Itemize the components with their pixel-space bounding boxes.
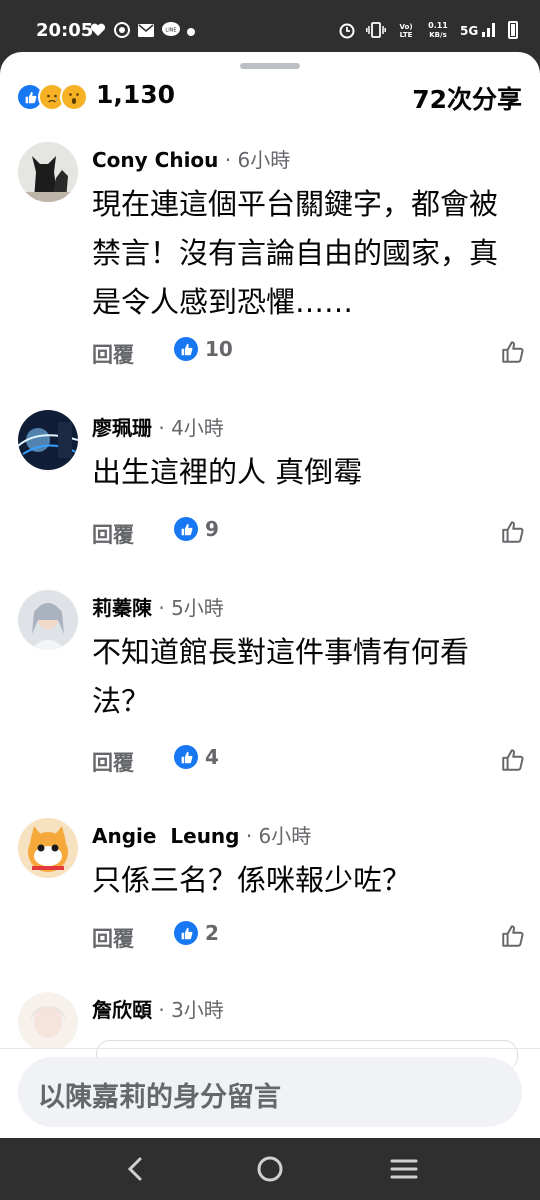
post-summary: 1,130 72次分享 [0, 78, 540, 118]
comment-actions: 回覆 2 [92, 919, 524, 959]
comment-text: 只係三名？係咪報少咗？ [92, 863, 412, 897]
reply-button[interactable]: 回覆 [92, 519, 134, 549]
line-icon: LINE [162, 22, 180, 36]
thumbs-up-icon[interactable] [500, 747, 526, 773]
svg-text:KB/s: KB/s [429, 31, 446, 39]
comment-input-placeholder[interactable]: 以陳嘉莉的身分留言 [38, 1075, 281, 1114]
drag-handle[interactable] [240, 63, 300, 69]
avatar[interactable] [18, 590, 78, 650]
comment-header: Angie Leung · 6小時 [92, 820, 311, 849]
svg-text:5G: 5G [460, 24, 478, 38]
battery-icon [508, 21, 518, 39]
comment-author[interactable]: 廖珮珊 [92, 416, 152, 440]
dot-icon [186, 22, 202, 36]
comment-header: 廖珮珊 · 4小時 [92, 412, 224, 441]
composer-divider [0, 1048, 540, 1049]
comment-item: Angie Leung · 6小時 只係三名？係咪報少咗？ 回覆 2 [0, 818, 540, 968]
notification-icons: LINE [90, 22, 202, 38]
comment-text: 現在連這個平台關鍵字，都會被禁言！沒有言論自由的國家，真是令人感到恐懼…… [92, 187, 499, 319]
comment-header: 詹欣頤 · 3小時 [92, 994, 224, 1023]
wow-reaction-icon [60, 83, 88, 111]
like-icon [174, 921, 198, 945]
network-speed-icon: 0.11KB/s [428, 21, 448, 39]
mail-icon [138, 22, 154, 37]
like-count-badge[interactable]: 2 [174, 921, 219, 945]
comment-author[interactable]: Cony Chiou [92, 148, 218, 172]
thumbs-up-icon[interactable] [500, 519, 526, 545]
comment-author[interactable]: 詹欣頤 [92, 998, 152, 1022]
comment-time[interactable]: · 5小時 [158, 596, 223, 620]
like-count: 9 [205, 517, 219, 541]
vibrate-icon [366, 22, 386, 38]
chrome-icon [114, 22, 130, 38]
comment-header: Cony Chiou · 6小時 [92, 144, 290, 173]
comment-author[interactable]: 莉蓁陳 [92, 596, 152, 620]
comment-time[interactable]: · 3小時 [158, 998, 223, 1022]
share-count[interactable]: 72次分享 [412, 80, 522, 116]
svg-text:Vo): Vo) [399, 23, 412, 31]
comment-time[interactable]: · 6小時 [246, 824, 311, 848]
like-count-badge[interactable]: 10 [174, 337, 233, 361]
volte-icon: Vo)LTE [399, 23, 413, 39]
comment-item: 莉蓁陳 · 5小時 不知道館長對這件事情有何看法？ 回覆 4 [0, 590, 540, 790]
5g-signal-icon: 5G [460, 23, 495, 38]
home-icon[interactable] [250, 1152, 290, 1186]
back-icon[interactable] [116, 1152, 156, 1186]
reply-button[interactable]: 回覆 [92, 339, 134, 369]
system-icons: Vo) LTE 0.11 KB/s 5G [338, 20, 518, 40]
reply-button[interactable]: 回覆 [92, 923, 134, 953]
status-time: 20:05 [36, 20, 94, 41]
avatar[interactable] [18, 818, 78, 878]
comment-time[interactable]: · 4小時 [158, 416, 223, 440]
alarm-icon [339, 23, 355, 39]
reply-button[interactable]: 回覆 [92, 747, 134, 777]
comment-text: 出生這裡的人 真倒霉 [92, 455, 363, 489]
comment-actions: 回覆 9 [92, 515, 524, 555]
like-count-badge[interactable]: 9 [174, 517, 219, 541]
comment-author[interactable]: Angie Leung [92, 824, 239, 848]
comment-header: 莉蓁陳 · 5小時 [92, 592, 224, 621]
comment-actions: 回覆 10 [92, 335, 524, 375]
comment-item: 廖珮珊 · 4小時 出生這裡的人 真倒霉 回覆 9 [0, 410, 540, 560]
recent-apps-icon[interactable] [384, 1152, 424, 1186]
avatar[interactable] [18, 142, 78, 202]
comment-text: 不知道館長對這件事情有何看法？ [92, 635, 470, 718]
thumbs-up-icon[interactable] [500, 339, 526, 365]
avatar[interactable] [18, 992, 78, 1048]
like-icon [174, 517, 198, 541]
avatar[interactable] [18, 410, 78, 470]
reactions-summary[interactable] [16, 83, 88, 111]
like-icon [174, 745, 198, 769]
like-count: 2 [205, 921, 219, 945]
svg-text:0.11: 0.11 [428, 21, 448, 30]
comment-time[interactable]: · 6小時 [225, 148, 290, 172]
comments-sheet[interactable]: 1,130 72次分享 Cony Chiou · 6小時 現在連這個平台關鍵字，… [0, 52, 540, 1138]
reaction-count[interactable]: 1,130 [96, 80, 175, 109]
comment-item: Cony Chiou · 6小時 現在連這個平台關鍵字，都會被禁言！沒有言論自由… [0, 142, 540, 382]
like-count: 10 [205, 337, 233, 361]
like-count-badge[interactable]: 4 [174, 745, 219, 769]
heart-icon [90, 22, 106, 36]
svg-text:LINE: LINE [165, 28, 176, 34]
like-count: 4 [205, 745, 219, 769]
comment-composer[interactable]: 以陳嘉莉的身分留言 [18, 1057, 522, 1127]
thumbs-up-icon[interactable] [500, 923, 526, 949]
like-icon [174, 337, 198, 361]
svg-text:LTE: LTE [400, 31, 413, 39]
system-nav-bar [0, 1138, 540, 1200]
comment-actions: 回覆 4 [92, 743, 524, 783]
